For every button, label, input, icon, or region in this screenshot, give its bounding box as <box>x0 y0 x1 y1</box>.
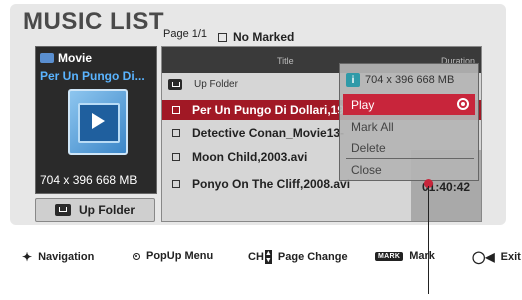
popup-item-delete[interactable]: Delete <box>343 137 475 158</box>
movie-folder-icon <box>40 53 54 63</box>
play-triangle-icon <box>92 113 105 129</box>
list-item-title: Moon Child,2003.avi <box>192 150 308 164</box>
mark-checkbox[interactable] <box>172 106 180 114</box>
popup-info-text: 704 x 396 668 MB <box>365 74 455 86</box>
preview-filename: Per Un Pungo Di... <box>40 69 145 83</box>
mark-checkbox[interactable] <box>172 153 180 161</box>
marked-status-label: No Marked <box>233 30 295 44</box>
up-folder-button-label: Up Folder <box>79 203 135 217</box>
mark-checkbox[interactable] <box>172 129 180 137</box>
footer-mark-label: Mark <box>409 250 435 262</box>
footer-page-change: CH ▲ ▼ Page Change <box>248 250 348 264</box>
popup-item-mark-all[interactable]: Mark All <box>343 116 475 137</box>
video-thumbnail-icon <box>68 89 128 155</box>
up-folder-button[interactable]: Up Folder <box>35 198 155 222</box>
channel-updown-icon: ▲ ▼ <box>264 250 272 264</box>
info-icon: i <box>346 73 360 87</box>
page-indicator: Page 1/1 <box>163 28 208 40</box>
popup-info: i 704 x 396 668 MB <box>346 73 454 87</box>
ok-button-icon <box>133 252 140 260</box>
footer-navigation-label: Navigation <box>38 251 95 263</box>
footer-exit: ◯◀ Exit <box>472 250 521 264</box>
popup-item-label: Close <box>351 162 382 177</box>
channel-button-icon: CH ▲ ▼ <box>248 250 272 264</box>
footer-popup-menu-label: PopUp Menu <box>146 250 214 262</box>
preview-panel: Movie Per Un Pungo Di... 704 x 396 668 M… <box>35 46 157 194</box>
footer-mark: MARK Mark <box>375 250 435 262</box>
up-folder-icon <box>168 79 182 90</box>
mark-checkbox[interactable] <box>172 180 180 188</box>
page-title: MUSIC LIST <box>23 8 164 35</box>
footer-page-change-label: Page Change <box>277 251 348 263</box>
popup-menu: i 704 x 396 668 MB Play Mark All Delete … <box>339 63 479 181</box>
preview-resolution: 704 x 396 668 MB <box>40 173 138 187</box>
pointer-line <box>428 186 429 294</box>
footer-popup-menu: PopUp Menu <box>133 250 213 262</box>
footer-exit-label: Exit <box>500 251 521 263</box>
footer-legend: ✦ Navigation PopUp Menu CH ▲ ▼ Page Chang… <box>0 250 522 270</box>
radio-selected-icon <box>457 98 469 110</box>
preview-category: Movie <box>40 51 92 65</box>
checkbox-icon <box>218 32 227 42</box>
footer-navigation: ✦ Navigation <box>22 250 94 264</box>
list-item-title: Ponyo On The Cliff,2008.avi <box>192 177 351 191</box>
preview-category-label: Movie <box>58 51 93 65</box>
marked-status: No Marked <box>218 30 294 44</box>
mark-button-icon: MARK <box>375 251 404 261</box>
popup-item-label: Mark All <box>351 119 394 134</box>
list-item-title: Detective Conan_Movie13- <box>192 126 345 140</box>
channel-label: CH <box>248 251 264 263</box>
popup-item-play[interactable]: Play <box>343 94 475 115</box>
exit-button-icon: ◯◀ <box>472 250 495 264</box>
popup-item-label: Play <box>351 97 375 112</box>
up-folder-row[interactable]: Up Folder <box>168 79 238 90</box>
popup-item-label: Delete <box>351 140 386 155</box>
up-folder-icon <box>55 204 71 216</box>
popup-item-close[interactable]: Close <box>343 159 475 180</box>
navigation-arrows-icon: ✦ <box>22 250 33 264</box>
column-title: Title <box>277 56 294 66</box>
up-folder-row-label: Up Folder <box>194 79 238 90</box>
